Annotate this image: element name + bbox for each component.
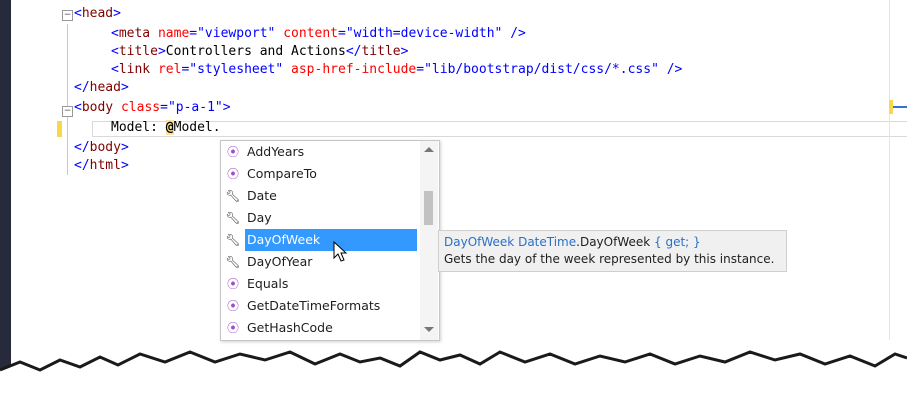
code-line-html-close: </html> bbox=[74, 158, 129, 173]
completion-item-dayofyear[interactable]: 🔧︎ DayOfYear bbox=[221, 251, 419, 273]
scroll-caret-marker bbox=[893, 106, 907, 108]
code-line-model[interactable]: Model: @Model. bbox=[111, 119, 221, 137]
quickinfo-tooltip: DayOfWeek DateTime.DayOfWeek { get; } Ge… bbox=[438, 230, 787, 272]
mouse-pointer-icon bbox=[333, 241, 348, 262]
completion-scrollbar[interactable] bbox=[420, 141, 438, 340]
intellisense-list[interactable]: ⦿ AddYears ⦿ CompareTo 🔧︎ Date 🔧︎ Day 🔧︎ Day… bbox=[220, 140, 440, 341]
fold-guide bbox=[67, 115, 68, 175]
wrench-icon: 🔧︎ bbox=[225, 189, 241, 203]
scroll-up-icon[interactable] bbox=[424, 147, 434, 152]
method-icon: ⦿ bbox=[226, 321, 239, 335]
tooltip-signature: DayOfWeek DateTime.DayOfWeek { get; } bbox=[444, 235, 701, 249]
scroll-thumb[interactable] bbox=[424, 191, 433, 225]
completion-item-equals[interactable]: ⦿ Equals bbox=[221, 273, 419, 295]
fold-toggle-head[interactable]: − bbox=[62, 10, 73, 21]
code-line-head-open: <head> bbox=[74, 6, 121, 21]
method-icon: ⦿ bbox=[226, 145, 239, 159]
torn-edge bbox=[0, 350, 907, 407]
completion-item-gethashcode[interactable]: ⦿ GetHashCode bbox=[221, 317, 419, 339]
code-line-title: <title>Controllers and Actions</title> bbox=[111, 44, 409, 59]
wrench-icon: 🔧︎ bbox=[225, 255, 241, 269]
completion-item-day[interactable]: 🔧︎ Day bbox=[221, 207, 419, 229]
completion-item-dayofweek[interactable]: DayOfWeek bbox=[245, 229, 417, 251]
code-line-meta: <meta name="viewport" content="width=dev… bbox=[111, 26, 526, 41]
completion-item-addyears[interactable]: ⦿ AddYears bbox=[221, 141, 419, 163]
tooltip-description: Gets the day of the week represented by … bbox=[444, 252, 775, 266]
completion-item-getdatetimeformats[interactable]: ⦿ GetDateTimeFormats bbox=[221, 295, 419, 317]
wrench-icon: 🔧︎ bbox=[225, 233, 241, 247]
method-icon: ⦿ bbox=[226, 277, 239, 291]
method-icon: ⦿ bbox=[226, 167, 239, 181]
completion-item-date[interactable]: 🔧︎ Date bbox=[221, 185, 419, 207]
scroll-down-icon[interactable] bbox=[424, 327, 434, 332]
code-line-body-open: <body class="p-a-1"> bbox=[74, 100, 231, 115]
code-line-body-close: </body> bbox=[74, 140, 129, 155]
editor-gutter bbox=[11, 0, 59, 350]
wrench-icon: 🔧︎ bbox=[225, 211, 241, 225]
code-editor[interactable]: − − <head> <meta name="viewport" content… bbox=[62, 0, 907, 350]
code-line-head-close: </head> bbox=[74, 80, 129, 95]
code-line-link: <link rel="stylesheet" asp-href-include=… bbox=[111, 62, 683, 77]
fold-toggle-body[interactable]: − bbox=[62, 106, 73, 117]
editor-scrollbar-track[interactable] bbox=[889, 0, 890, 340]
method-icon: ⦿ bbox=[226, 299, 239, 313]
completion-item-compareto[interactable]: ⦿ CompareTo bbox=[221, 163, 419, 185]
fold-guide bbox=[67, 24, 68, 112]
